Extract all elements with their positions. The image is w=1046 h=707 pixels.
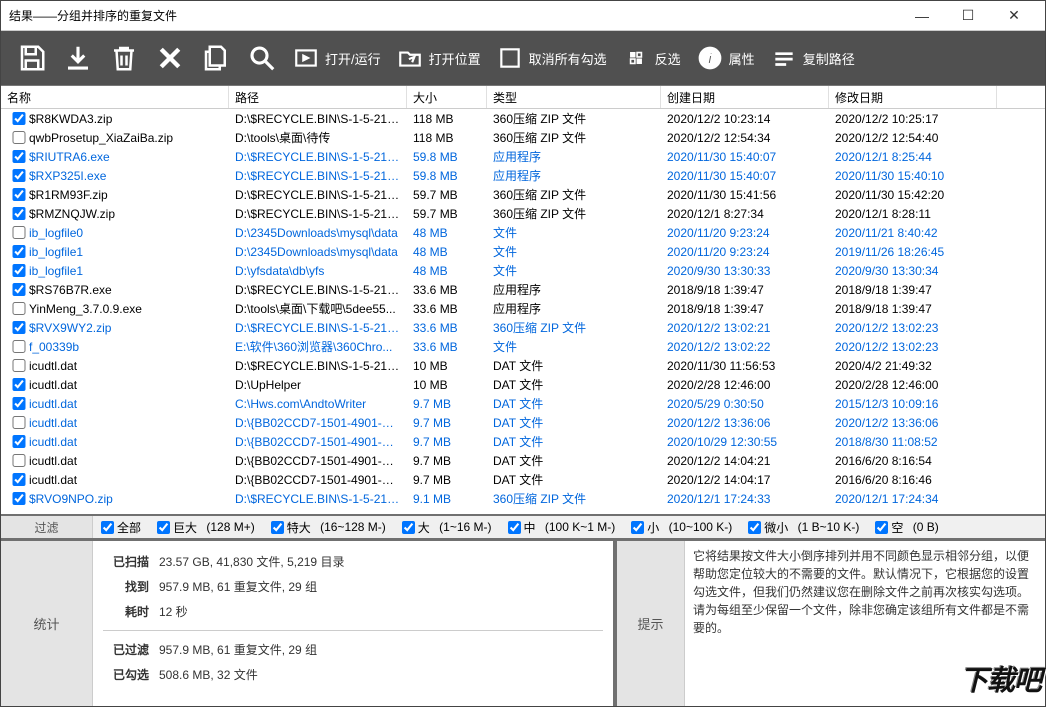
- minimize-button[interactable]: —: [899, 1, 945, 31]
- titlebar: 结果——分组并排序的重复文件 — ☐ ✕: [1, 1, 1045, 31]
- col-modified[interactable]: 修改日期: [829, 86, 997, 108]
- results-grid: 名称 路径 大小 类型 创建日期 修改日期 $R8KWDA3.zipD:\$RE…: [1, 85, 1045, 514]
- row-checkbox[interactable]: [11, 188, 27, 201]
- filter-large[interactable]: 大 (1~16 M-): [402, 519, 492, 536]
- table-row[interactable]: f_00339bE:\软件\360浏览器\360Chro...33.6 MB文件…: [1, 337, 1045, 356]
- table-row[interactable]: $RIUTRA6.exeD:\$RECYCLE.BIN\S-1-5-21-21.…: [1, 147, 1045, 166]
- table-row[interactable]: $RXP325I.exeD:\$RECYCLE.BIN\S-1-5-21-21.…: [1, 166, 1045, 185]
- close-button[interactable]: ✕: [991, 1, 1037, 31]
- table-row[interactable]: icudtl.datD:\$RECYCLE.BIN\S-1-5-21-21...…: [1, 356, 1045, 375]
- filter-small[interactable]: 小 (10~100 K-): [631, 519, 732, 536]
- filter-huge[interactable]: 巨大 (128 M+): [157, 519, 255, 536]
- row-checkbox[interactable]: [11, 226, 27, 239]
- table-row[interactable]: icudtl.datD:\{BB02CCD7-1501-4901-B5E...9…: [1, 451, 1045, 470]
- filter-all[interactable]: 全部: [101, 519, 141, 536]
- row-checkbox[interactable]: [11, 169, 27, 182]
- row-checkbox[interactable]: [11, 397, 27, 410]
- table-row[interactable]: icudtl.datD:\UpHelper10 MBDAT 文件2020/2/2…: [1, 375, 1045, 394]
- table-row[interactable]: $RMZNQJW.zipD:\$RECYCLE.BIN\S-1-5-21-21.…: [1, 204, 1045, 223]
- delete-button[interactable]: [103, 38, 145, 78]
- table-row[interactable]: icudtl.datC:\Hws.com\AndtoWriter9.7 MBDA…: [1, 394, 1045, 413]
- row-checkbox[interactable]: [11, 245, 27, 258]
- row-checkbox[interactable]: [11, 302, 27, 315]
- copy-button[interactable]: [195, 38, 237, 78]
- open-run-button[interactable]: 打开/运行: [287, 38, 387, 78]
- col-path[interactable]: 路径: [229, 86, 407, 108]
- toolbar: 打开/运行 打开位置 取消所有勾选 反选 i属性 复制路径: [1, 31, 1045, 85]
- col-name[interactable]: 名称: [1, 86, 229, 108]
- filter-xl[interactable]: 特大 (16~128 M-): [271, 519, 386, 536]
- row-checkbox[interactable]: [11, 378, 27, 391]
- search-button[interactable]: [241, 38, 283, 78]
- bottom-panel: 统计 已扫描23.57 GB, 41,830 文件, 5,219 目录 找到95…: [1, 540, 1045, 706]
- table-row[interactable]: YinMeng_3.7.0.9.exeD:\tools\桌面\下载吧\5dee5…: [1, 299, 1045, 318]
- filter-label: 过滤: [1, 516, 93, 538]
- row-checkbox[interactable]: [11, 416, 27, 429]
- row-checkbox[interactable]: [11, 454, 27, 467]
- table-row[interactable]: qwbProsetup_XiaZaiBa.zipD:\tools\桌面\待传11…: [1, 128, 1045, 147]
- table-row[interactable]: icudtl.datD:\{BB02CCD7-1501-4901-B5E...9…: [1, 432, 1045, 451]
- row-checkbox[interactable]: [11, 359, 27, 372]
- table-row[interactable]: ib_logfile0D:\2345Downloads\mysql\data48…: [1, 223, 1045, 242]
- table-row[interactable]: ib_logfile1D:\2345Downloads\mysql\data48…: [1, 242, 1045, 261]
- table-row[interactable]: $RS76B7R.exeD:\$RECYCLE.BIN\S-1-5-21-21.…: [1, 280, 1045, 299]
- watermark: 下载吧: [960, 660, 1041, 702]
- stats-label: 统计: [1, 541, 93, 706]
- col-created[interactable]: 创建日期: [661, 86, 829, 108]
- row-checkbox[interactable]: [11, 473, 27, 486]
- filter-tiny[interactable]: 微小 (1 B~10 K-): [748, 519, 859, 536]
- maximize-button[interactable]: ☐: [945, 1, 991, 31]
- row-checkbox[interactable]: [11, 283, 27, 296]
- grid-body[interactable]: $R8KWDA3.zipD:\$RECYCLE.BIN\S-1-5-21-21.…: [1, 109, 1045, 514]
- filter-empty[interactable]: 空 (0 B): [875, 519, 938, 536]
- stats-body: 已扫描23.57 GB, 41,830 文件, 5,219 目录 找到957.9…: [93, 541, 613, 706]
- window-title: 结果——分组并排序的重复文件: [9, 7, 899, 24]
- row-checkbox[interactable]: [11, 264, 27, 277]
- uncheck-all-button[interactable]: 取消所有勾选: [491, 38, 613, 78]
- table-row[interactable]: $R8KWDA3.zipD:\$RECYCLE.BIN\S-1-5-21-21.…: [1, 109, 1045, 128]
- row-checkbox[interactable]: [11, 435, 27, 448]
- row-checkbox[interactable]: [11, 321, 27, 334]
- col-size[interactable]: 大小: [407, 86, 487, 108]
- row-checkbox[interactable]: [11, 207, 27, 220]
- tips-label: 提示: [617, 541, 685, 706]
- tips-body: 它将结果按文件大小倒序排列并用不同颜色显示相邻分组，以便帮助您定位较大的不需要的…: [685, 541, 1045, 706]
- download-button[interactable]: [57, 38, 99, 78]
- table-row[interactable]: $RVX9WY2.zipD:\$RECYCLE.BIN\S-1-5-21-21.…: [1, 318, 1045, 337]
- open-location-button[interactable]: 打开位置: [391, 38, 487, 78]
- row-checkbox[interactable]: [11, 340, 27, 353]
- filter-bar: 过滤 全部 巨大 (128 M+) 特大 (16~128 M-) 大 (1~16…: [1, 514, 1045, 540]
- row-checkbox[interactable]: [11, 492, 27, 505]
- table-row[interactable]: ib_logfile1D:\yfsdata\db\yfs48 MB文件2020/…: [1, 261, 1045, 280]
- invert-button[interactable]: 反选: [617, 38, 687, 78]
- grid-header: 名称 路径 大小 类型 创建日期 修改日期: [1, 86, 1045, 109]
- table-row[interactable]: icudtl.datD:\{BB02CCD7-1501-4901-B5E...9…: [1, 413, 1045, 432]
- table-row[interactable]: icudtl.datD:\{BB02CCD7-1501-4901-B5E...9…: [1, 470, 1045, 489]
- row-checkbox[interactable]: [11, 131, 27, 144]
- row-checkbox[interactable]: [11, 112, 27, 125]
- row-checkbox[interactable]: [11, 150, 27, 163]
- properties-button[interactable]: i属性: [691, 38, 761, 78]
- filter-medium[interactable]: 中 (100 K~1 M-): [508, 519, 616, 536]
- table-row[interactable]: $R1RM93F.zipD:\$RECYCLE.BIN\S-1-5-21-21.…: [1, 185, 1045, 204]
- copy-path-button[interactable]: 复制路径: [765, 38, 861, 78]
- table-row[interactable]: $RVO9NPO.zipD:\$RECYCLE.BIN\S-1-5-21-21.…: [1, 489, 1045, 508]
- save-button[interactable]: [11, 38, 53, 78]
- cancel-button[interactable]: [149, 38, 191, 78]
- col-type[interactable]: 类型: [487, 86, 661, 108]
